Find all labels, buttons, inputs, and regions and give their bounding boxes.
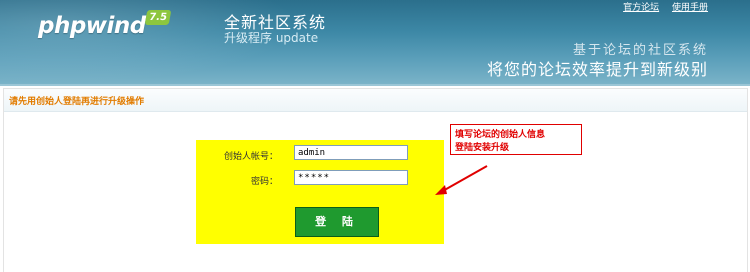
annotation-line-2: 登陆安装升级	[455, 143, 510, 153]
slogan-line-2: 将您的论坛效率提升到新级别	[486, 60, 708, 79]
annotation-arrow-icon	[435, 165, 488, 195]
password-input[interactable]: *****	[294, 170, 408, 185]
username-input[interactable]: admin	[294, 145, 408, 160]
product-subtitle: 升级程序 update	[224, 31, 319, 45]
panel-header: 请先用创始人登陆再进行升级操作	[4, 89, 747, 112]
password-label: 密码：	[250, 177, 278, 187]
annotation-line-1: 填写论坛的创始人信息	[455, 130, 546, 140]
logo: phpwind	[38, 13, 146, 39]
login-button[interactable]: 登 陆	[295, 207, 379, 237]
username-label: 创始人帐号：	[223, 152, 278, 162]
header-banner: phpwind 7.5 全新社区系统 升级程序 update 官方论坛 使用手册…	[0, 0, 750, 84]
login-form: 创始人帐号： admin 密码： ***** 登 陆	[196, 140, 444, 244]
official-forum-link[interactable]: 官方论坛	[623, 3, 659, 13]
panel-heading: 请先用创始人登陆再进行升级操作	[9, 97, 145, 107]
header-divider	[0, 84, 750, 86]
annotation-callout: 填写论坛的创始人信息 登陆安装升级	[450, 124, 582, 155]
user-manual-link[interactable]: 使用手册	[672, 3, 708, 13]
version-badge: 7.5	[144, 10, 172, 25]
top-links: 官方论坛 使用手册	[613, 0, 708, 13]
